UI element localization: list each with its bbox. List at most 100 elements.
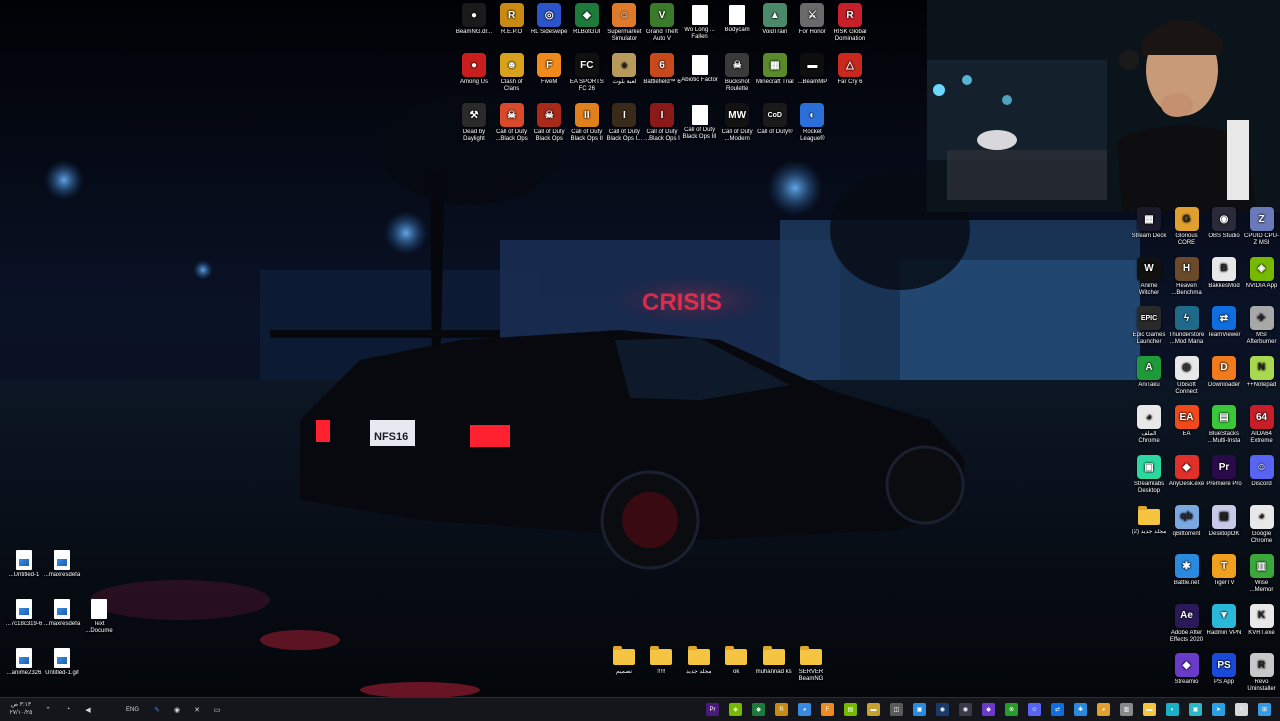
- nvidia-icon[interactable]: ◈: [729, 703, 742, 716]
- desktop-file[interactable]: Untitled-1.gif: [43, 646, 81, 677]
- rlbot-icon[interactable]: ◆: [752, 703, 765, 716]
- desktop-folder[interactable]: muhannad ks: [755, 645, 793, 676]
- desktop-shortcut[interactable]: ◆RLBotGUI: [568, 3, 606, 36]
- desktop-shortcut[interactable]: ▣Streamlabs Desktop: [1130, 455, 1168, 495]
- desktop-shortcut[interactable]: RRevo Uninstaller: [1243, 653, 1280, 693]
- desktop-shortcut[interactable]: TTigerTV: [1205, 554, 1243, 587]
- desktop-shortcut[interactable]: Abiotic Factor: [681, 53, 719, 84]
- desktop-shortcut[interactable]: ICall of Duty Black Ops I...: [605, 103, 643, 143]
- kvrt-icon[interactable]: ◫: [890, 703, 903, 716]
- desktop-shortcut[interactable]: ▼Radmin VPN: [1205, 604, 1243, 637]
- desktop-shortcut[interactable]: qbqBittorrent: [1168, 505, 1206, 538]
- desktop-shortcut[interactable]: EAEA: [1168, 405, 1206, 438]
- desktop-shortcut[interactable]: ◈NVIDIA App: [1243, 257, 1280, 290]
- desktop-shortcut[interactable]: ☺Supermarket Simulator: [605, 3, 643, 43]
- desktop-shortcut[interactable]: ☠Call of Duty ...Black Ops: [493, 103, 531, 143]
- premiere-icon[interactable]: Pr: [706, 703, 719, 716]
- desktop-shortcut[interactable]: ◎RL Sideswipe: [530, 3, 568, 36]
- desktop-shortcut[interactable]: HHeaven ...Benchma: [1168, 257, 1206, 297]
- desktop-folder[interactable]: !!!!!: [642, 645, 680, 676]
- desktop-shortcut[interactable]: ICall of Duty ...Black Ops I: [643, 103, 681, 143]
- desktop-file[interactable]: ...7c18c319-6: [5, 597, 43, 628]
- desktop-shortcut[interactable]: ☠Call of Duty Black Ops: [530, 103, 568, 143]
- file-explorer-icon[interactable]: ▬: [1143, 703, 1156, 716]
- desktop-shortcut[interactable]: 64AIDA64 Extreme: [1243, 405, 1280, 445]
- desktop-shortcut[interactable]: ▥Wise ...Memor: [1243, 554, 1280, 594]
- desktop-shortcut[interactable]: MWCall of Duty ...Modern: [718, 103, 756, 143]
- telegram-icon[interactable]: ➤: [1212, 703, 1225, 716]
- desktop-shortcut[interactable]: ZCPUID CPU-Z MSI: [1243, 207, 1280, 247]
- desktop-shortcut[interactable]: ☻Clash of Clans: [493, 53, 531, 93]
- edge-icon[interactable]: ◐: [1166, 703, 1179, 716]
- desktop-shortcut[interactable]: AAniTaku: [1130, 356, 1168, 389]
- desktop-shortcut[interactable]: ⇄TeamViewer: [1205, 306, 1243, 339]
- steam-icon[interactable]: ◉: [936, 703, 949, 716]
- stremio-icon[interactable]: ◆: [982, 703, 995, 716]
- desktop-file[interactable]: ...Untitled-1: [5, 548, 43, 579]
- desktop-shortcut[interactable]: WAnime Witcher: [1130, 257, 1168, 297]
- desktop-shortcut[interactable]: EPICEpic Games Launcher: [1130, 306, 1168, 346]
- desktop-shortcut[interactable]: IICall of Duty Black Ops II: [568, 103, 606, 143]
- desktop-shortcut[interactable]: BBakkesMod: [1205, 257, 1243, 290]
- desktop-folder[interactable]: SERVER BeamNG: [792, 645, 830, 683]
- volume-icon[interactable]: ◀: [82, 704, 94, 716]
- search-icon[interactable]: ⌕: [1235, 703, 1248, 716]
- desktop-shortcut[interactable]: ◐Rocket League®: [793, 103, 831, 143]
- desktop-shortcut[interactable]: ◎Ubisoft Connect: [1168, 356, 1206, 396]
- desktop-shortcut[interactable]: ◉OBS Studio: [1205, 207, 1243, 240]
- desktop-folder[interactable]: ok: [717, 645, 755, 676]
- xbox-icon[interactable]: ⊗: [1005, 703, 1018, 716]
- desktop-folder[interactable]: مجلد جديد: [680, 645, 718, 676]
- desktop-shortcut[interactable]: Bodycam: [718, 3, 756, 34]
- task-view-icon[interactable]: ▥: [1120, 703, 1133, 716]
- desktop-shortcut[interactable]: ▦Stream Deck: [1130, 207, 1168, 240]
- desktop-shortcut[interactable]: KKVRT.exe: [1243, 604, 1280, 637]
- close-x-icon[interactable]: ✕: [191, 704, 203, 716]
- monitor-icon[interactable]: ▭: [211, 704, 223, 716]
- clock[interactable]: ٣:١٣ ص ٢٧/١٠/٢٥: [6, 701, 36, 717]
- steam-icon[interactable]: ◉: [171, 704, 183, 716]
- desktop-shortcut[interactable]: ◕Google Chrome: [1243, 505, 1280, 545]
- desktop-shortcut[interactable]: VGrand Theft Auto V: [643, 3, 681, 43]
- battlenet-icon[interactable]: ✱: [1074, 703, 1087, 716]
- desktop-shortcut[interactable]: CoDCall of Duty®: [756, 103, 794, 136]
- desktop-shortcut[interactable]: ♠لعبة بلوت: [605, 53, 643, 86]
- desktop-shortcut[interactable]: ▦DesktopOK: [1205, 505, 1243, 538]
- fivem-icon[interactable]: F: [821, 703, 834, 716]
- desktop-shortcut[interactable]: ⚔For Honor: [793, 3, 831, 36]
- desktop-shortcut[interactable]: N++Notepad: [1243, 356, 1280, 389]
- desktop-folder[interactable]: تصميم: [605, 645, 643, 676]
- desktop-shortcut[interactable]: ϟThunderstore ...Mod Mana: [1168, 306, 1206, 346]
- desktop-shortcut[interactable]: Call of Duty Black Ops III: [681, 103, 719, 141]
- desktop-file[interactable]: ...maxresdefa: [43, 597, 81, 628]
- repo-icon[interactable]: R: [775, 703, 788, 716]
- desktop-shortcut[interactable]: PSPS App: [1205, 653, 1243, 686]
- desktop-shortcut[interactable]: ☠Buckshot Roulette: [718, 53, 756, 93]
- desktop-shortcut[interactable]: ●BeamNG.dr...: [455, 3, 493, 36]
- photos-icon[interactable]: ▣: [1189, 703, 1202, 716]
- desktop-shortcut[interactable]: ◕الملف Chrome: [1130, 405, 1168, 445]
- desktop-shortcut[interactable]: Wo Long ... Fallen: [681, 3, 719, 41]
- chrome-icon[interactable]: ◕: [1097, 703, 1110, 716]
- desktop-shortcut[interactable]: مجلد جديد (2): [1130, 505, 1168, 536]
- desktop-file[interactable]: ...anime2326: [5, 646, 43, 677]
- desktop-shortcut[interactable]: ✱Battle.net: [1168, 554, 1206, 587]
- desktop-shortcut[interactable]: FFiveM: [530, 53, 568, 86]
- desktop-shortcut[interactable]: 6Battlefield™ 6: [643, 53, 681, 86]
- language-indicator[interactable]: ENG: [126, 707, 139, 713]
- desktop-shortcut[interactable]: DDownloader: [1205, 356, 1243, 389]
- desktop-shortcut[interactable]: ▲VoidTrain: [756, 3, 794, 36]
- desktop-shortcut[interactable]: ●Among Us: [455, 53, 493, 86]
- desktop-shortcut[interactable]: ◆AnyDesk.exe: [1168, 455, 1206, 488]
- obs-icon[interactable]: ◉: [959, 703, 972, 716]
- beammp-icon[interactable]: ▬: [867, 703, 880, 716]
- up-arrow-icon[interactable]: ⌃: [42, 704, 54, 716]
- chrome-icon[interactable]: ◕: [798, 703, 811, 716]
- desktop-shortcut[interactable]: △Far Cry 6: [831, 53, 869, 86]
- pen-icon[interactable]: ✎: [151, 704, 163, 716]
- photos-icon[interactable]: ▣: [913, 703, 926, 716]
- desktop-shortcut[interactable]: FCEA SPORTS FC 26: [568, 53, 606, 93]
- desktop-file[interactable]: Text ...Docume: [80, 597, 118, 635]
- desktop-shortcut[interactable]: ⚒Dead by Daylight: [455, 103, 493, 143]
- desktop-file[interactable]: ...maxresdefa: [43, 548, 81, 579]
